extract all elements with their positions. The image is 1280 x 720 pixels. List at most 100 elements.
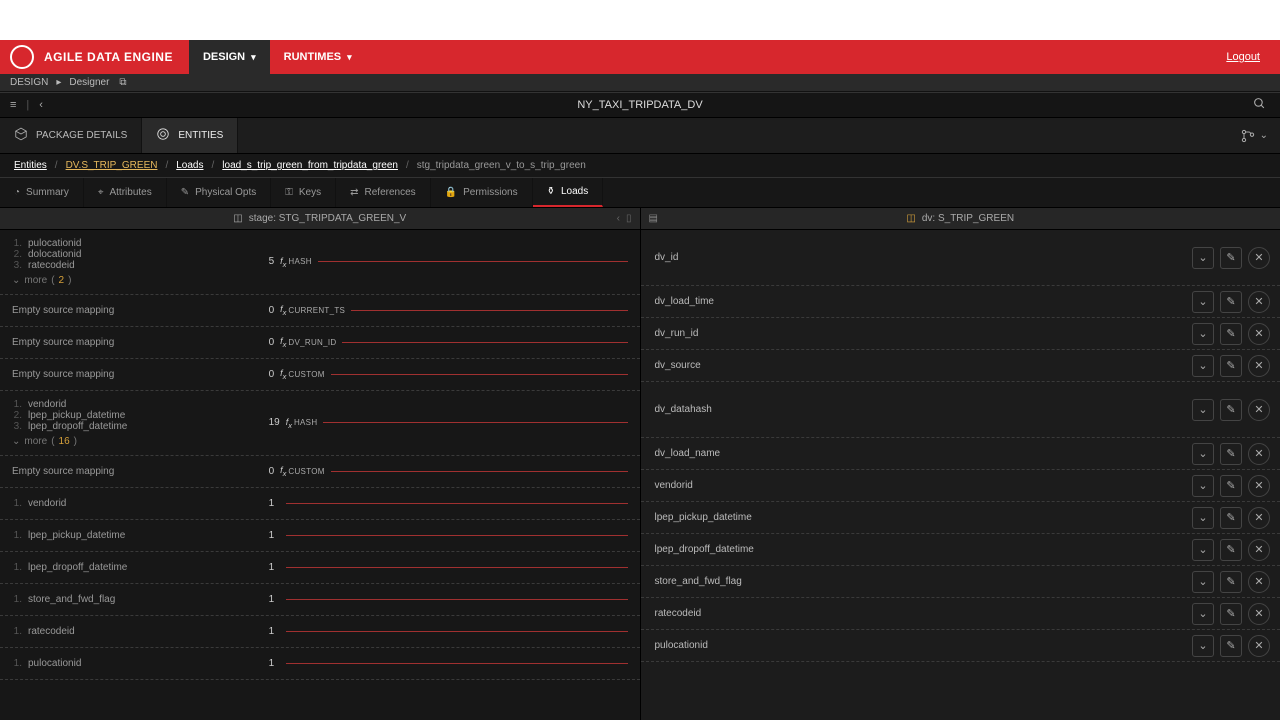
mapping-connector: 0fxDV_RUN_ID xyxy=(269,336,640,349)
source-block: 1.pulocationid xyxy=(0,654,269,673)
expand-button[interactable]: ⌄ xyxy=(1192,539,1214,561)
delete-button[interactable]: ✕ xyxy=(1248,399,1270,421)
delete-button[interactable]: ✕ xyxy=(1248,247,1270,269)
source-mapping-row[interactable]: 1.vendorid1 xyxy=(0,488,640,520)
delete-button[interactable]: ✕ xyxy=(1248,475,1270,497)
expand-button[interactable]: ⌄ xyxy=(1192,571,1214,593)
delete-button[interactable]: ✕ xyxy=(1248,443,1270,465)
edit-button[interactable]: ✎ xyxy=(1220,603,1242,625)
collapse-icon[interactable]: ▯ xyxy=(626,213,632,224)
edit-button[interactable]: ✎ xyxy=(1220,291,1242,313)
source-mapping-row[interactable]: 1.ratecodeid1 xyxy=(0,616,640,648)
delete-button[interactable]: ✕ xyxy=(1248,507,1270,529)
expand-button[interactable]: ⌄ xyxy=(1192,323,1214,345)
edit-button[interactable]: ✎ xyxy=(1220,399,1242,421)
edit-button[interactable]: ✎ xyxy=(1220,323,1242,345)
external-link-icon[interactable]: ⧉ xyxy=(119,77,126,88)
search-icon[interactable] xyxy=(1253,97,1266,113)
expand-button[interactable]: ⌄ xyxy=(1192,603,1214,625)
subtab-summary[interactable]: ◔Summary xyxy=(0,178,84,207)
tab-package-details[interactable]: PACKAGE DETAILS xyxy=(0,118,142,153)
subtab-permissions[interactable]: 🔒Permissions xyxy=(431,178,533,207)
target-mapping-row[interactable]: dv_load_time⌄✎✕ xyxy=(641,286,1280,318)
prev-icon[interactable]: ‹ xyxy=(617,213,620,224)
edit-button[interactable]: ✎ xyxy=(1220,507,1242,529)
expand-more[interactable]: ⌄more (16) xyxy=(12,436,261,447)
mapping-connector: 1 xyxy=(269,530,640,541)
target-mapping-row[interactable]: dv_load_name⌄ ✎ ✕ xyxy=(641,438,1280,470)
source-mapping-row[interactable]: 1.lpep_pickup_datetime1 xyxy=(0,520,640,552)
bc-entity[interactable]: DV.S_TRIP_GREEN xyxy=(66,160,158,171)
delete-button[interactable]: ✕ xyxy=(1248,539,1270,561)
target-mapping-row[interactable]: dv_id⌄✎✕ xyxy=(641,230,1280,286)
source-block: Empty source mapping xyxy=(0,333,269,352)
expand-button[interactable]: ⌄ xyxy=(1192,355,1214,377)
expand-button[interactable]: ⌄ xyxy=(1192,443,1214,465)
target-mapping-row[interactable]: vendorid⌄ ✎ ✕ xyxy=(641,470,1280,502)
target-mapping-row[interactable]: store_and_fwd_flag⌄✎✕ xyxy=(641,566,1280,598)
subtab-attributes[interactable]: ⌖Attributes xyxy=(84,178,167,207)
edit-button[interactable]: ✎ xyxy=(1220,247,1242,269)
source-mapping-row[interactable]: 1.store_and_fwd_flag1 xyxy=(0,584,640,616)
bc-loads[interactable]: Loads xyxy=(176,160,203,171)
edit-button[interactable]: ✎ xyxy=(1220,635,1242,657)
target-field-label: dv_load_name xyxy=(655,448,1193,459)
target-mapping-row[interactable]: dv_source⌄✎✕ xyxy=(641,350,1280,382)
subtab-keys[interactable]: ⚿Keys xyxy=(271,178,336,207)
target-mapping-row[interactable]: dv_run_id⌄✎✕ xyxy=(641,318,1280,350)
delete-button[interactable]: ✕ xyxy=(1248,291,1270,313)
edit-button[interactable]: ✎ xyxy=(1220,443,1242,465)
list-icon[interactable]: ≡ xyxy=(10,99,16,111)
target-column-header: ▤ ◫ dv: S_TRIP_GREEN xyxy=(641,208,1280,229)
logout-link[interactable]: Logout xyxy=(1226,51,1260,63)
target-mapping-row[interactable]: lpep_pickup_datetime⌄✎✕ xyxy=(641,502,1280,534)
expand-more[interactable]: ⌄more (2) xyxy=(12,275,261,286)
menu-icon[interactable]: ▤ xyxy=(649,213,658,224)
target-mapping-row[interactable]: pulocationid⌄✎✕ xyxy=(641,630,1280,662)
expand-button[interactable]: ⌄ xyxy=(1192,399,1214,421)
subtab-physical[interactable]: ✎Physical Opts xyxy=(167,178,272,207)
edit-button[interactable]: ✎ xyxy=(1220,475,1242,497)
expand-button[interactable]: ⌄ xyxy=(1192,507,1214,529)
source-mapping-row[interactable]: 1.pulocationid2.dolocationid3.ratecodeid… xyxy=(0,230,640,295)
expand-button[interactable]: ⌄ xyxy=(1192,291,1214,313)
crumb-design[interactable]: DESIGN xyxy=(10,77,48,88)
source-mapping-row[interactable]: Empty source mapping0fxCUSTOM xyxy=(0,359,640,391)
nav-design[interactable]: DESIGN ▾ xyxy=(189,40,270,74)
subtab-loads[interactable]: ⚱Loads xyxy=(533,178,604,207)
tab-entities[interactable]: ENTITIES xyxy=(142,118,238,153)
expand-button[interactable]: ⌄ xyxy=(1192,635,1214,657)
delete-button[interactable]: ✕ xyxy=(1248,603,1270,625)
source-mapping-row[interactable]: 1.pulocationid1 xyxy=(0,648,640,680)
edit-button[interactable]: ✎ xyxy=(1220,355,1242,377)
crumb-designer[interactable]: Designer xyxy=(69,77,109,88)
source-mapping-row[interactable]: 1.vendorid2.lpep_pickup_datetime3.lpep_d… xyxy=(0,391,640,456)
page-title: NY_TAXI_TRIPDATA_DV xyxy=(577,99,702,111)
subtab-references[interactable]: ⇄References xyxy=(336,178,431,207)
expand-button[interactable]: ⌄ xyxy=(1192,247,1214,269)
back-icon[interactable]: ‹ xyxy=(39,99,43,111)
delete-button[interactable]: ✕ xyxy=(1248,355,1270,377)
cube-icon xyxy=(14,127,28,144)
expand-button[interactable]: ⌄ xyxy=(1192,475,1214,497)
target-field-label: vendorid xyxy=(655,480,1193,491)
delete-button[interactable]: ✕ xyxy=(1248,571,1270,593)
mapping-connector: 19fxHASH xyxy=(269,417,640,430)
bc-load[interactable]: load_s_trip_green_from_tripdata_green xyxy=(222,160,398,171)
target-field-label: dv_datahash xyxy=(655,404,1193,415)
target-mapping-row[interactable]: lpep_dropoff_datetime⌄✎✕ xyxy=(641,534,1280,566)
source-mapping-row[interactable]: Empty source mapping0fxDV_RUN_ID xyxy=(0,327,640,359)
bc-entities[interactable]: Entities xyxy=(14,160,47,171)
source-mapping-row[interactable]: Empty source mapping0fxCUSTOM xyxy=(0,456,640,488)
target-mapping-row[interactable]: ratecodeid⌄✎✕ xyxy=(641,598,1280,630)
target-mapping-row[interactable]: dv_datahash⌄ ✎ ✕ xyxy=(641,382,1280,438)
caret-down-icon: ▾ xyxy=(251,52,256,63)
delete-button[interactable]: ✕ xyxy=(1248,635,1270,657)
branch-icon[interactable]: ⌄ xyxy=(1240,118,1268,153)
source-mapping-row[interactable]: Empty source mapping0fxCURRENT_TS xyxy=(0,295,640,327)
edit-button[interactable]: ✎ xyxy=(1220,539,1242,561)
edit-button[interactable]: ✎ xyxy=(1220,571,1242,593)
source-mapping-row[interactable]: 1.lpep_dropoff_datetime1 xyxy=(0,552,640,584)
nav-runtimes[interactable]: RUNTIMES ▾ xyxy=(270,40,366,74)
delete-button[interactable]: ✕ xyxy=(1248,323,1270,345)
